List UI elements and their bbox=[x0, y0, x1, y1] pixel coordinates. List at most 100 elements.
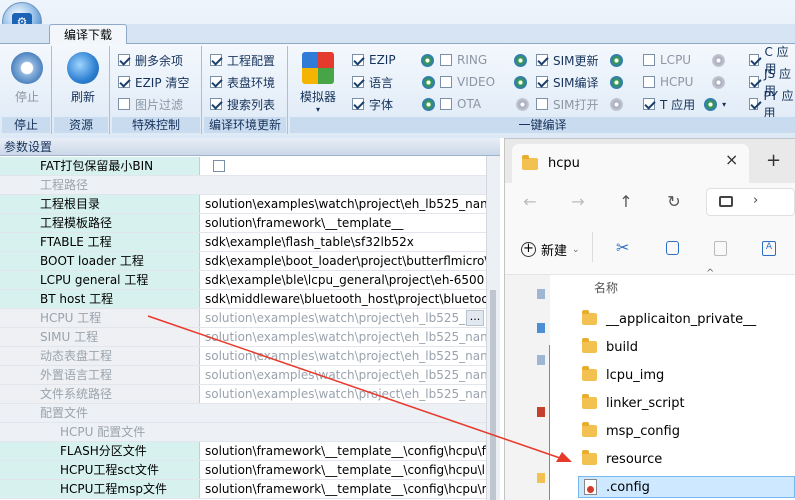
gear-icon[interactable] bbox=[422, 75, 436, 89]
param-row[interactable]: HCPU 工程 solution\examples\watch\project\e… bbox=[0, 309, 486, 328]
checkbox-ezip[interactable]: EZIP bbox=[352, 51, 434, 69]
t-app-dropdown-icon[interactable]: ▾ bbox=[722, 100, 726, 109]
param-value[interactable]: sdk\example\flash_table\sf32lb52x bbox=[200, 233, 486, 251]
param-scroll-thumb[interactable] bbox=[490, 290, 496, 500]
checkbox-sim-update[interactable]: SIM更新 bbox=[536, 51, 623, 69]
category-project-paths[interactable]: − 工程路径 bbox=[0, 176, 486, 195]
paste-icon[interactable] bbox=[714, 241, 727, 256]
param-value[interactable]: sdk\example\boot_loader\project\butterfl… bbox=[200, 252, 486, 270]
tab-close-icon[interactable]: × bbox=[725, 150, 738, 169]
param-row[interactable]: SIMU 工程 solution\examples\watch\project\e… bbox=[0, 328, 486, 347]
param-row[interactable]: HCPU工程msp文件 solution\framework\__template… bbox=[0, 480, 486, 499]
param-value[interactable]: sdk\example\ble\lcpu_general\project\eh-… bbox=[200, 271, 486, 289]
gear-icon[interactable] bbox=[609, 97, 623, 111]
param-value[interactable]: solution\framework\__template__ bbox=[200, 214, 486, 232]
param-row[interactable]: LCPU general 工程 sdk\example\ble\lcpu_gene… bbox=[0, 271, 486, 290]
gear-icon[interactable] bbox=[712, 53, 726, 67]
column-header-name[interactable]: 名称 bbox=[594, 279, 618, 296]
checkbox-image-filter[interactable]: 图片过滤 bbox=[118, 95, 183, 113]
explorer-tab-hcpu[interactable]: hcpu bbox=[512, 144, 749, 183]
param-value[interactable]: solution\framework\__template__\config\h… bbox=[200, 442, 486, 460]
gear-icon[interactable] bbox=[420, 53, 434, 67]
checkbox-language[interactable]: 语言 bbox=[352, 73, 436, 91]
checkbox-sim-compile[interactable]: SIM编译 bbox=[536, 73, 623, 91]
param-value[interactable] bbox=[200, 157, 486, 175]
folder-row[interactable]: linker_script bbox=[582, 392, 795, 414]
nav-pane-icon[interactable] bbox=[537, 289, 545, 299]
param-row[interactable]: BT host 工程 sdk\middleware\bluetooth_host\… bbox=[0, 290, 486, 309]
cut-icon[interactable]: ✂ bbox=[616, 238, 629, 257]
param-row[interactable]: HCPU工程sct文件 solution\framework\__template… bbox=[0, 461, 486, 480]
checkbox-lcpu[interactable]: LCPU bbox=[643, 51, 726, 69]
chevron-right-icon[interactable]: › bbox=[753, 193, 758, 208]
param-value[interactable]: sdk\middleware\bluetooth_host\project\bl… bbox=[200, 290, 486, 308]
copy-icon[interactable] bbox=[666, 241, 679, 255]
gear-icon[interactable] bbox=[516, 97, 530, 111]
nav-pane-icon[interactable] bbox=[537, 355, 545, 365]
param-value[interactable]: solution\framework\__template__\config\h… bbox=[200, 461, 486, 479]
param-row[interactable]: FLASH分区文件 solution\framework\__template__… bbox=[0, 442, 486, 461]
folder-row[interactable]: msp_config bbox=[582, 420, 795, 442]
checkbox-icon[interactable] bbox=[213, 160, 225, 172]
param-row[interactable]: 文件系统路径 solution\examples\watch\project\eh… bbox=[0, 385, 486, 404]
param-row[interactable]: 工程模板路径 solution\framework\__template__ bbox=[0, 214, 486, 233]
checkbox-hcpu[interactable]: HCPU bbox=[643, 73, 726, 91]
gear-icon[interactable] bbox=[514, 53, 528, 67]
checkbox-ezip-clear[interactable]: EZIP 清空 bbox=[118, 73, 189, 91]
file-row[interactable]: .config bbox=[584, 476, 795, 498]
checkbox-sim-open[interactable]: SIM打开 bbox=[536, 95, 623, 113]
param-value[interactable]: solution\examples\watch\project\eh_lb525… bbox=[200, 385, 486, 403]
param-value[interactable]: solution\examples\watch\project\eh_lb525… bbox=[200, 195, 486, 213]
address-bar[interactable]: › bbox=[706, 188, 795, 216]
checkbox-ring[interactable]: RING bbox=[440, 51, 528, 69]
nav-pane-icon[interactable] bbox=[537, 407, 545, 417]
folder-row[interactable]: resource bbox=[582, 448, 795, 470]
simulator-button[interactable]: 模拟器 ▾ bbox=[296, 52, 340, 114]
checkbox-delete-extra[interactable]: 删多余项 bbox=[118, 51, 183, 69]
browse-button[interactable]: ... bbox=[466, 310, 484, 326]
forward-arrow-icon[interactable]: → bbox=[568, 192, 588, 211]
param-row[interactable]: BOOT loader 工程 sdk\example\boot_loader\pr… bbox=[0, 252, 486, 271]
checkbox-search-list[interactable]: 搜索列表 bbox=[210, 95, 275, 113]
gear-icon[interactable] bbox=[609, 75, 623, 89]
category-config-files[interactable]: − 配置文件 bbox=[0, 404, 486, 423]
param-value[interactable]: solution\examples\watch\project\eh_lb525… bbox=[200, 347, 486, 365]
back-arrow-icon[interactable]: ← bbox=[520, 192, 540, 211]
checkbox-video[interactable]: VIDEO bbox=[440, 73, 528, 91]
gear-icon[interactable] bbox=[704, 97, 718, 111]
checkbox-ota[interactable]: OTA bbox=[440, 95, 530, 113]
gear-icon[interactable] bbox=[609, 53, 623, 67]
nav-pane-icon[interactable] bbox=[537, 473, 545, 483]
up-arrow-icon[interactable]: ↑ bbox=[616, 192, 636, 211]
param-value[interactable]: solution\examples\watch\project\eh_lb525… bbox=[200, 366, 486, 384]
nav-pane-icon[interactable] bbox=[537, 323, 545, 333]
refresh-icon[interactable]: ↻ bbox=[664, 192, 684, 211]
new-button[interactable]: + 新建 ⌄ bbox=[521, 240, 580, 259]
folder-row[interactable]: __applicaiton_private__ bbox=[582, 308, 795, 330]
folder-row[interactable]: build bbox=[582, 336, 795, 358]
gear-icon[interactable] bbox=[514, 75, 528, 89]
checkbox-project-config[interactable]: 工程配置 bbox=[210, 51, 275, 69]
rename-icon[interactable]: A bbox=[762, 241, 776, 256]
param-row[interactable]: 工程根目录 solution\examples\watch\project\eh_… bbox=[0, 195, 486, 214]
checkbox-t-app[interactable]: T 应用 ▾ bbox=[643, 95, 726, 113]
param-value[interactable]: solution\framework\__template__\config\h… bbox=[200, 480, 486, 498]
checkbox-font[interactable]: 字体 bbox=[352, 95, 436, 113]
gear-icon[interactable] bbox=[712, 75, 726, 89]
param-row[interactable]: FTABLE 工程 sdk\example\flash_table\sf32lb5… bbox=[0, 233, 486, 252]
param-value[interactable]: solution\examples\watch\project\eh_lb525… bbox=[200, 309, 466, 327]
folder-row[interactable]: lcpu_img bbox=[582, 364, 795, 386]
new-tab-button[interactable]: + bbox=[766, 150, 781, 171]
refresh-button[interactable]: 刷新 bbox=[62, 52, 104, 105]
tab-compile-download[interactable]: 编译下载 bbox=[49, 24, 127, 45]
gear-icon[interactable] bbox=[422, 97, 436, 111]
param-row-fat[interactable]: FAT打包保留最小BIN bbox=[0, 157, 486, 176]
simulator-dropdown-icon[interactable]: ▾ bbox=[296, 105, 340, 114]
param-value[interactable]: solution\examples\watch\project\eh_lb525… bbox=[200, 328, 486, 346]
stop-button[interactable]: 停止 bbox=[6, 52, 48, 105]
param-row[interactable]: 外置语言工程 solution\examples\watch\project\eh… bbox=[0, 366, 486, 385]
category-hcpu-config[interactable]: − HCPU 配置文件 bbox=[0, 423, 486, 442]
checkbox-watchface-env[interactable]: 表盘环境 bbox=[210, 73, 275, 91]
param-row[interactable]: 动态表盘工程 solution\examples\watch\project\eh… bbox=[0, 347, 486, 366]
checkbox-py-app[interactable]: PY 应用 bbox=[749, 89, 795, 120]
